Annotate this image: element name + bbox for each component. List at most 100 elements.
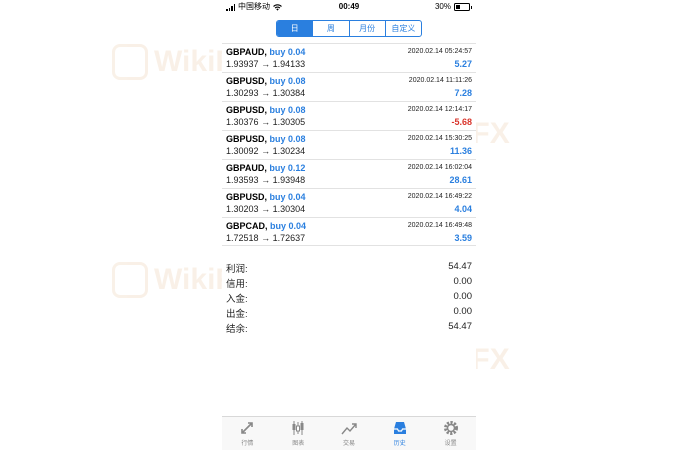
close-price: 1.30305 xyxy=(272,117,306,127)
tab-settings[interactable]: 设置 xyxy=(425,417,476,450)
trade-direction: buy 0.08 xyxy=(269,134,306,144)
arrow-right-icon: → xyxy=(261,233,271,243)
trade-direction: buy 0.12 xyxy=(269,163,306,173)
arrow-right-icon: → xyxy=(261,175,271,185)
summary-label: 利润: xyxy=(226,264,248,275)
tab-custom[interactable]: 自定义 xyxy=(384,21,421,36)
open-price: 1.30092 xyxy=(226,146,259,156)
close-price: 1.93948 xyxy=(272,175,306,185)
phone-screen: 中国移动 00:49 30% 日 周 月份 自定义 GBPAUD, buy 0.… xyxy=(222,0,476,450)
trade-direction: buy 0.08 xyxy=(269,76,306,86)
table-row[interactable]: GBPAUD, buy 0.12 2020.02.14 16:02:04 1.9… xyxy=(222,159,476,188)
trade-profit: 7.28 xyxy=(454,88,472,98)
settings-icon xyxy=(443,421,458,435)
trade-symbol: GBPUSD xyxy=(226,105,265,115)
trade-profit: -5.68 xyxy=(451,117,472,127)
arrow-right-icon: → xyxy=(261,117,271,127)
summary-value: 0.00 xyxy=(453,276,473,287)
arrow-right-icon: → xyxy=(261,146,271,156)
summary-label: 出金: xyxy=(226,309,248,320)
trade-symbol-line: GBPCAD, buy 0.04 xyxy=(226,221,307,231)
trade-prices: 1.30376 → 1.30305 xyxy=(226,117,305,127)
tab-month[interactable]: 月份 xyxy=(348,21,385,36)
summary-row-balance: 结余: 54.47 xyxy=(222,320,476,335)
arrow-right-icon: → xyxy=(261,59,271,69)
table-row[interactable]: GBPCAD, buy 0.04 2020.02.14 16:49:48 1.7… xyxy=(222,217,476,246)
summary-row-withdrawal: 出金: 0.00 xyxy=(222,305,476,320)
bottom-tab-bar: 行情 图表 交易 历史 设置 xyxy=(222,416,476,450)
trade-time: 2020.02.14 16:02:04 xyxy=(407,164,472,171)
open-price: 1.72518 xyxy=(226,233,259,243)
summary-label: 结余: xyxy=(226,324,248,335)
trade-time: 2020.02.14 05:24:57 xyxy=(407,48,472,55)
trade-symbol: GBPCAD xyxy=(226,221,266,231)
summary-value: 0.00 xyxy=(453,306,473,317)
table-row[interactable]: GBPUSD, buy 0.04 2020.02.14 16:49:22 1.3… xyxy=(222,188,476,217)
trade-symbol: GBPAUD xyxy=(226,47,265,57)
history-icon xyxy=(393,422,406,434)
arrow-right-icon: → xyxy=(261,88,271,98)
trade-direction: buy 0.04 xyxy=(269,47,306,57)
trade-profit: 3.59 xyxy=(454,233,472,243)
status-right: 30% xyxy=(434,0,472,14)
close-price: 1.30304 xyxy=(272,204,306,214)
trade-time: 2020.02.14 16:49:22 xyxy=(407,193,472,200)
trade-profit: 4.04 xyxy=(454,204,472,214)
chart-icon xyxy=(292,421,304,435)
summary-label: 入金: xyxy=(226,294,248,305)
summary-row-profit: 利润: 54.47 xyxy=(222,260,476,275)
tab-quotes[interactable]: 行情 xyxy=(222,417,273,450)
trade-time: 2020.02.14 15:30:25 xyxy=(407,135,472,142)
trade-prices: 1.30203 → 1.30304 xyxy=(226,204,305,214)
tab-week[interactable]: 周 xyxy=(312,21,348,36)
tab-history[interactable]: 历史 xyxy=(374,417,425,450)
account-summary: 利润: 54.47 信用: 0.00 入金: 0.00 出金: 0.00 结余: 54.4… xyxy=(222,260,476,335)
table-row[interactable]: GBPUSD, buy 0.08 2020.02.14 12:14:17 1.3… xyxy=(222,101,476,130)
tab-label: 历史 xyxy=(393,441,406,447)
trade-symbol-line: GBPAUD, buy 0.12 xyxy=(226,163,306,173)
trade-profit: 11.36 xyxy=(449,146,472,156)
summary-row-deposit: 入金: 0.00 xyxy=(222,290,476,305)
table-row[interactable]: GBPAUD, buy 0.04 2020.02.14 05:24:57 1.9… xyxy=(222,43,476,72)
summary-value: 54.47 xyxy=(448,321,472,332)
trade-symbol-line: GBPAUD, buy 0.04 xyxy=(226,47,306,57)
trade-history-list: GBPAUD, buy 0.04 2020.02.14 05:24:57 1.9… xyxy=(222,43,476,246)
trade-profit: 28.61 xyxy=(449,175,472,185)
trade-prices: 1.30092 → 1.30234 xyxy=(226,146,305,156)
trade-profit: 5.27 xyxy=(454,59,472,69)
trade-symbol-line: GBPUSD, buy 0.08 xyxy=(226,105,306,115)
open-price: 1.93937 xyxy=(226,59,259,69)
status-bar: 中国移动 00:49 30% xyxy=(222,0,476,14)
summary-value: 54.47 xyxy=(448,261,472,272)
tab-day[interactable]: 日 xyxy=(277,21,313,36)
summary-label: 信用: xyxy=(226,279,248,290)
tab-label: 设置 xyxy=(444,441,457,447)
trade-symbol-line: GBPUSD, buy 0.08 xyxy=(226,76,306,86)
open-price: 1.93593 xyxy=(226,175,259,185)
quotes-icon xyxy=(241,422,254,434)
trade-symbol: GBPAUD xyxy=(226,163,265,173)
trade-symbol: GBPUSD xyxy=(226,76,265,86)
open-price: 1.30203 xyxy=(226,204,259,214)
tab-trade[interactable]: 交易 xyxy=(324,417,375,450)
trade-prices: 1.93593 → 1.93948 xyxy=(226,175,305,185)
close-price: 1.30384 xyxy=(272,88,306,98)
trade-time: 2020.02.14 16:49:48 xyxy=(407,222,472,229)
table-row[interactable]: GBPUSD, buy 0.08 2020.02.14 15:30:25 1.3… xyxy=(222,130,476,159)
open-price: 1.30293 xyxy=(226,88,259,98)
trade-icon xyxy=(341,423,357,435)
battery-icon xyxy=(454,3,472,11)
trade-symbol-line: GBPUSD, buy 0.04 xyxy=(226,192,306,202)
watermark-logo-icon xyxy=(112,44,148,80)
summary-row-credit: 信用: 0.00 xyxy=(222,275,476,290)
trade-direction: buy 0.08 xyxy=(269,105,306,115)
table-row[interactable]: GBPUSD, buy 0.08 2020.02.14 11:11:26 1.3… xyxy=(222,72,476,101)
trade-symbol-line: GBPUSD, buy 0.08 xyxy=(226,134,306,144)
tab-chart[interactable]: 图表 xyxy=(273,417,324,450)
battery-percent: 30% xyxy=(434,2,451,11)
trade-direction: buy 0.04 xyxy=(270,221,307,231)
trade-prices: 1.72518 → 1.72637 xyxy=(226,233,305,243)
arrow-right-icon: → xyxy=(261,204,271,214)
tab-label: 图表 xyxy=(292,441,305,447)
trade-prices: 1.30293 → 1.30384 xyxy=(226,88,305,98)
